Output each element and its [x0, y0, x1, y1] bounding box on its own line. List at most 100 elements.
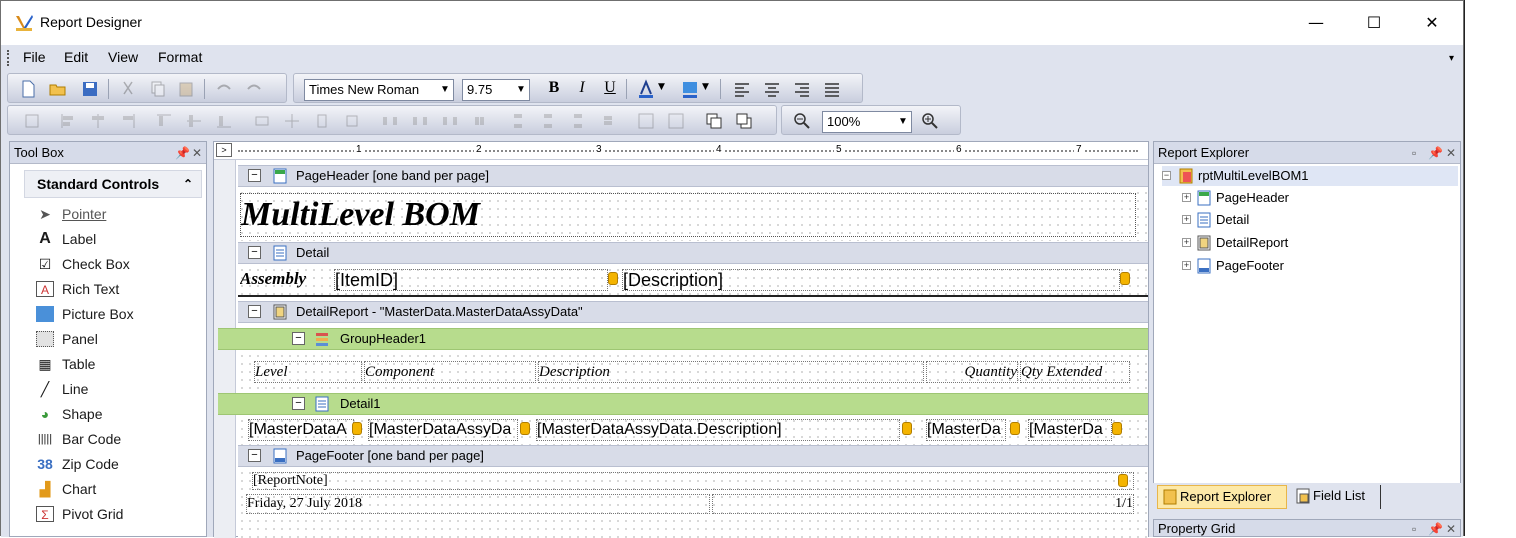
h-spacing-remove-icon[interactable] — [470, 111, 490, 131]
collapse-band-icon[interactable]: − — [248, 169, 261, 182]
same-size-icon[interactable] — [342, 111, 362, 131]
paste-icon[interactable] — [176, 79, 196, 99]
d1-qty-extended-field[interactable]: [MasterDa — [1028, 419, 1112, 441]
collapse-band-icon[interactable]: − — [248, 449, 261, 462]
align-bottoms-icon[interactable] — [214, 111, 234, 131]
align-rights-icon[interactable] — [118, 111, 138, 131]
band-page-header[interactable]: − PageHeader [one band per page] — [238, 165, 1148, 187]
zoom-combo[interactable]: 100% ▼ — [822, 111, 912, 133]
pin-icon[interactable]: 📌 — [1428, 520, 1443, 538]
float-panel-icon[interactable]: ▫ — [1412, 520, 1416, 538]
toolbox-item-richtext[interactable]: A Rich Text — [32, 278, 119, 300]
align-middles-icon[interactable] — [184, 111, 204, 131]
same-width-icon[interactable] — [252, 111, 272, 131]
v-spacing-increase-icon[interactable] — [538, 111, 558, 131]
v-spacing-equal-icon[interactable] — [508, 111, 528, 131]
page-number-field[interactable]: 1/1 — [712, 494, 1134, 514]
expand-node-icon[interactable]: + — [1182, 193, 1191, 202]
zoom-out-icon[interactable] — [792, 111, 812, 131]
toolbox-item-chart[interactable]: ▟ Chart — [32, 478, 97, 500]
align-lefts-icon[interactable] — [58, 111, 78, 131]
band-detail[interactable]: − Detail — [238, 242, 1148, 264]
underline-button[interactable]: U — [600, 79, 620, 99]
toolbox-item-line[interactable]: ╱ Line — [32, 378, 89, 400]
undo-icon[interactable] — [214, 79, 234, 99]
align-center-icon[interactable] — [762, 79, 782, 99]
font-color-icon[interactable] — [636, 79, 656, 99]
save-icon[interactable] — [80, 79, 100, 99]
highlight-color-icon[interactable] — [680, 79, 700, 99]
h-spacing-equal-icon[interactable] — [380, 111, 400, 131]
menu-edit[interactable]: Edit — [64, 49, 88, 65]
h-spacing-increase-icon[interactable] — [410, 111, 430, 131]
toolbox-item-checkbox[interactable]: ☑ Check Box — [32, 253, 130, 275]
toolbox-item-table[interactable]: ▦ Table — [32, 353, 95, 375]
minimize-button[interactable]: — — [1301, 11, 1331, 35]
font-name-dropdown-icon[interactable]: ▼ — [437, 80, 453, 100]
d1-quantity-field[interactable]: [MasterDa — [926, 419, 1006, 441]
col-description-label[interactable]: Description — [538, 361, 924, 383]
menu-file[interactable]: File — [23, 49, 46, 65]
font-size-dropdown-icon[interactable]: ▼ — [513, 80, 529, 100]
size-to-grid-icon[interactable] — [282, 111, 302, 131]
assembly-label[interactable]: Assembly — [240, 269, 322, 291]
d1-level-field[interactable]: [MasterDataA — [248, 419, 354, 441]
col-component-label[interactable]: Component — [364, 361, 536, 383]
v-spacing-decrease-icon[interactable] — [568, 111, 588, 131]
band-page-footer[interactable]: − PageFooter [one band per page] — [238, 445, 1148, 467]
toolbox-item-zipcode[interactable]: 38 Zip Code — [32, 453, 119, 475]
toolbox-item-pointer[interactable]: ➤ Pointer — [32, 203, 106, 225]
d1-component-field[interactable]: [MasterDataAssyDa — [368, 419, 518, 441]
menu-format[interactable]: Format — [158, 49, 202, 65]
collapse-node-icon[interactable]: − — [1162, 171, 1171, 180]
expand-node-icon[interactable]: + — [1182, 238, 1191, 247]
collapse-band-icon[interactable]: − — [248, 246, 261, 259]
item-id-field[interactable]: [ItemID] — [334, 269, 608, 291]
open-icon[interactable] — [48, 79, 68, 99]
close-panel-icon[interactable]: ✕ — [1446, 520, 1456, 538]
align-left-icon[interactable] — [732, 79, 752, 99]
pin-icon[interactable]: 📌 — [1428, 142, 1443, 164]
toolbox-item-label[interactable]: A Label — [32, 228, 96, 250]
ruler-toggle-icon[interactable]: > — [216, 143, 232, 157]
menu-grip[interactable] — [7, 50, 10, 66]
col-qty-extended-label[interactable]: Qty Extended — [1020, 361, 1130, 383]
col-level-label[interactable]: Level — [254, 361, 362, 383]
close-button[interactable]: ✕ — [1417, 11, 1447, 35]
h-spacing-decrease-icon[interactable] — [440, 111, 460, 131]
font-name-combo[interactable]: Times New Roman ▼ — [304, 79, 454, 101]
v-spacing-remove-icon[interactable] — [598, 111, 618, 131]
float-panel-icon[interactable]: ▫ — [1412, 142, 1416, 164]
close-panel-icon[interactable]: ✕ — [192, 142, 202, 164]
maximize-button[interactable]: ☐ — [1359, 11, 1389, 35]
col-quantity-label[interactable]: Quantity — [926, 361, 1018, 383]
toolbox-group-header[interactable]: Standard Controls ⌃ — [24, 170, 202, 198]
send-to-back-icon[interactable] — [734, 111, 754, 131]
close-panel-icon[interactable]: ✕ — [1446, 142, 1456, 164]
new-icon[interactable] — [18, 79, 38, 99]
font-color-dropdown-icon[interactable]: ▼ — [658, 82, 665, 92]
bring-to-front-icon[interactable] — [704, 111, 724, 131]
collapse-band-icon[interactable]: − — [292, 332, 305, 345]
toolbox-item-barcode[interactable]: ||||| Bar Code — [32, 428, 121, 450]
band-group-header1[interactable]: − GroupHeader1 — [218, 328, 1148, 350]
zoom-dropdown-icon[interactable]: ▼ — [895, 112, 911, 132]
footer-date-field[interactable]: Friday, 27 July 2018 — [246, 494, 710, 514]
toolbox-item-shape[interactable]: ◕ Shape — [32, 403, 103, 425]
align-tops-icon[interactable] — [154, 111, 174, 131]
align-right-icon[interactable] — [792, 79, 812, 99]
tab-report-explorer[interactable]: Report Explorer — [1157, 485, 1287, 509]
tree-node-root[interactable]: − rptMultiLevelBOM1 — [1162, 166, 1458, 186]
align-to-grid-icon[interactable] — [22, 111, 42, 131]
description-field[interactable]: [Description] — [622, 269, 1120, 291]
report-title-label[interactable]: MultiLevel BOM — [240, 193, 1136, 237]
copy-icon[interactable] — [148, 79, 168, 99]
redo-icon[interactable] — [244, 79, 264, 99]
toolbox-item-pivotgrid[interactable]: Σ Pivot Grid — [32, 503, 123, 525]
toolbox-item-picturebox[interactable]: Picture Box — [32, 303, 134, 325]
zoom-in-icon[interactable] — [920, 111, 940, 131]
pin-icon[interactable]: 📌 — [175, 142, 190, 164]
d1-description-field[interactable]: [MasterDataAssyData.Description] — [536, 419, 900, 441]
highlight-dropdown-icon[interactable]: ▼ — [702, 82, 709, 92]
report-note-field[interactable]: [ReportNote] — [252, 472, 1134, 490]
